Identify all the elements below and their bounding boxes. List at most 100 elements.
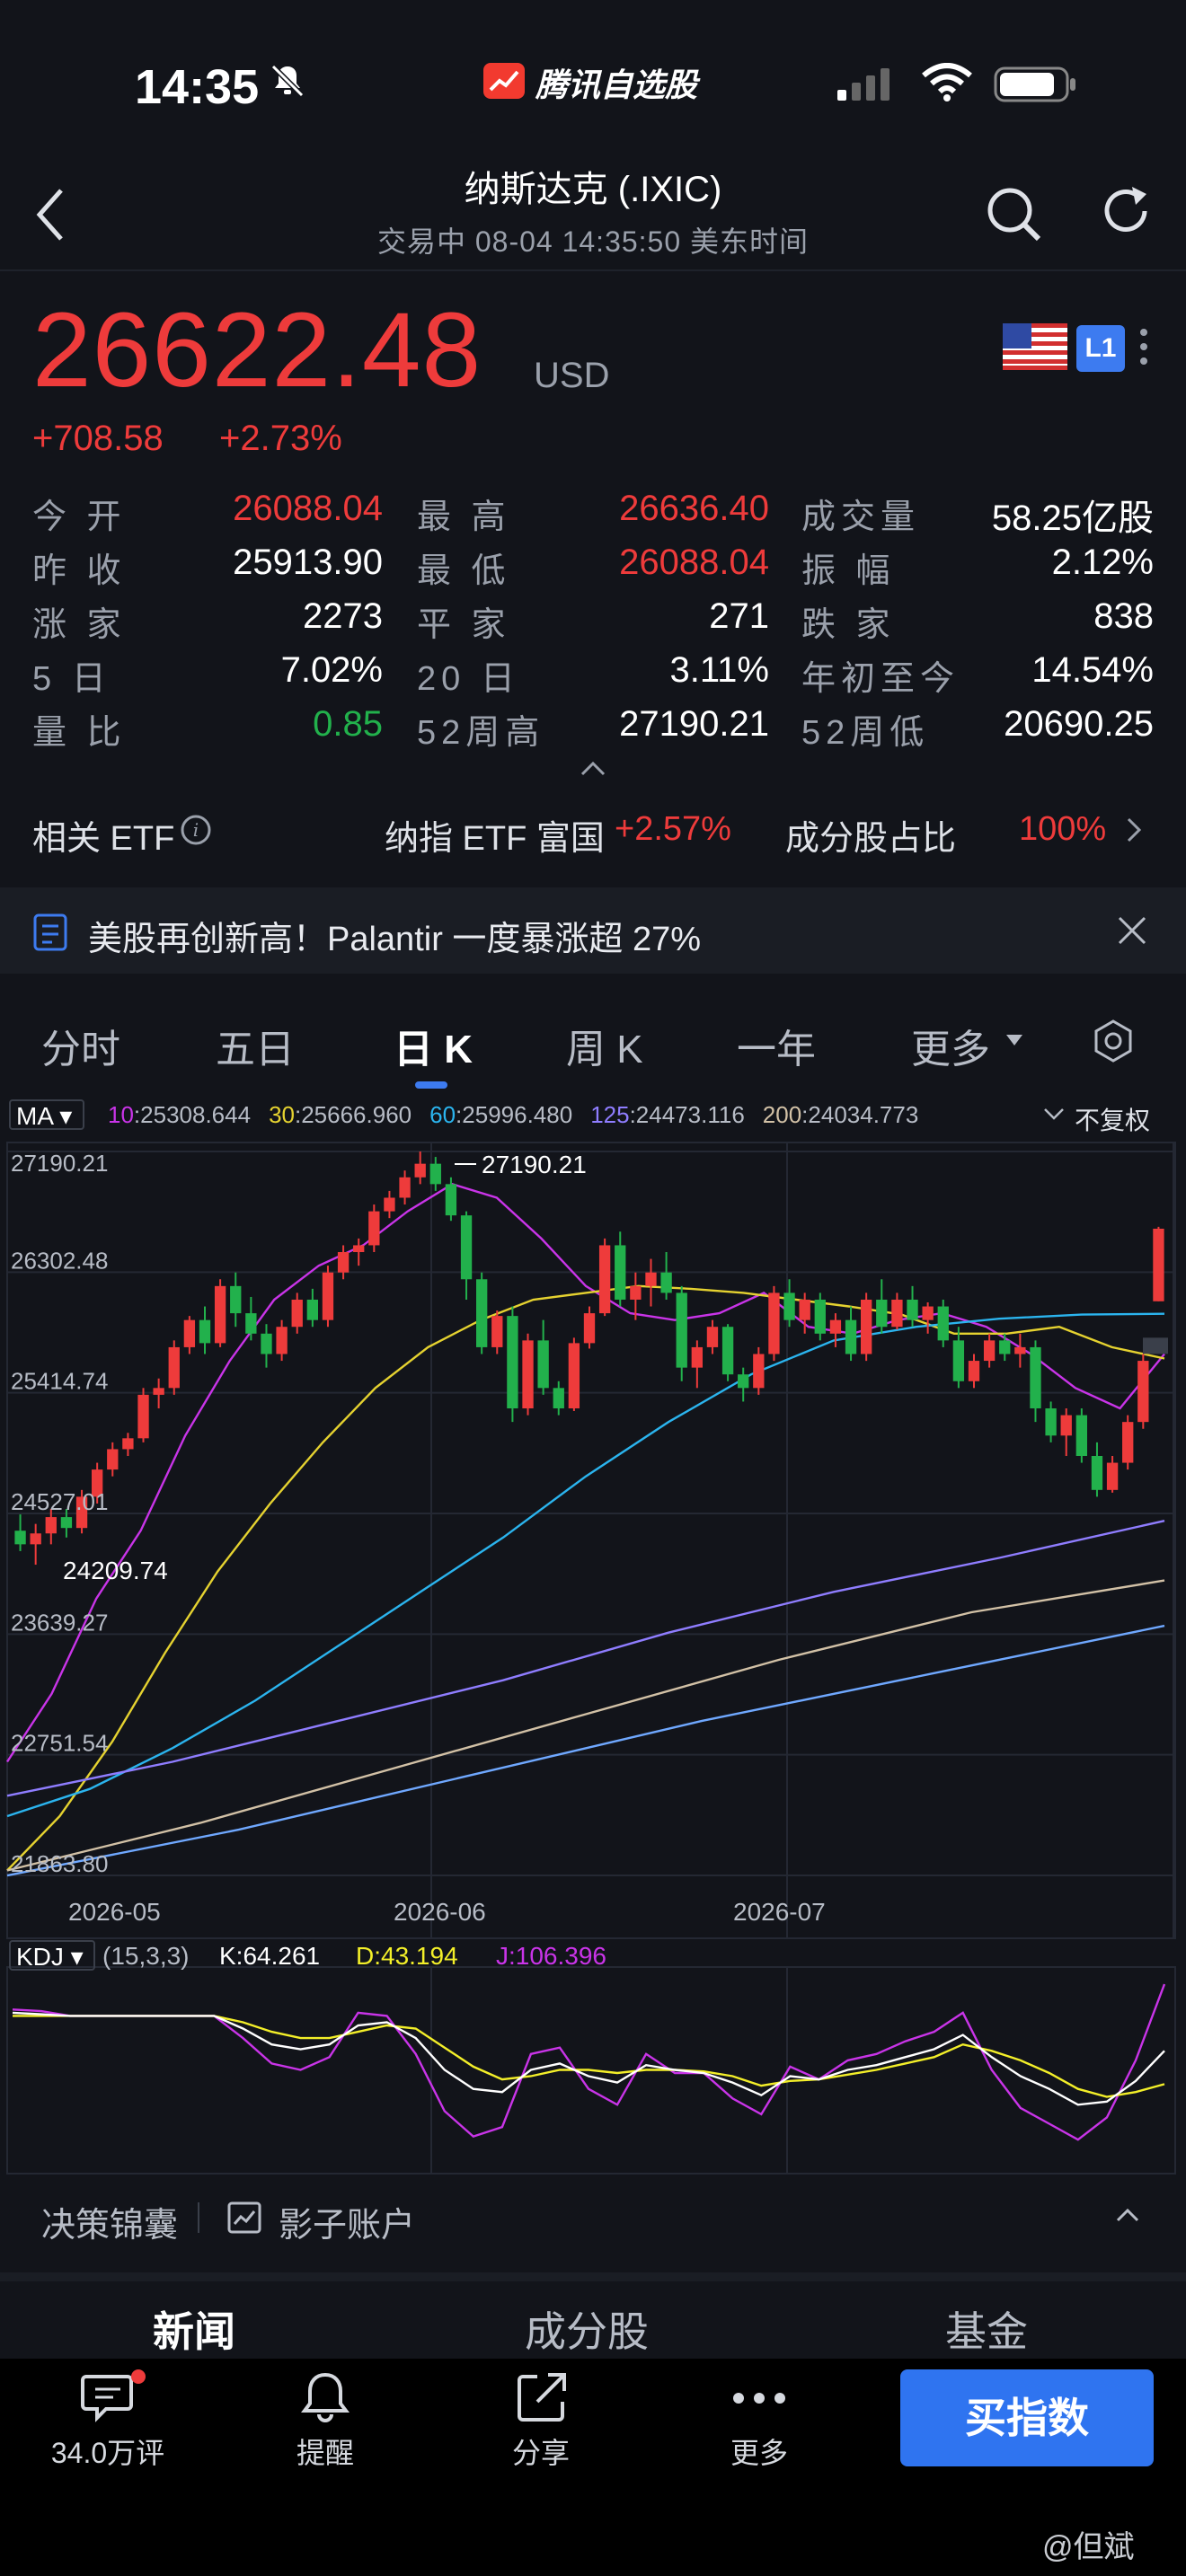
tab-components[interactable]: 成分股 [525, 2299, 649, 2359]
stat-label: 52周低 [801, 714, 930, 752]
component-share-label: 成分股占比 [785, 820, 957, 858]
candle-body [845, 1319, 857, 1354]
more-icon[interactable] [728, 2368, 791, 2427]
tab-one-year[interactable]: 一年 [737, 1017, 816, 1074]
more-vert-icon[interactable] [1137, 323, 1150, 370]
stat-value: 2273 [303, 596, 383, 636]
comment-icon[interactable] [79, 2368, 147, 2427]
price-change-percent: +2.73% [219, 419, 342, 458]
candle-body [1075, 1415, 1088, 1456]
ma-line-200 [6, 1579, 1165, 1872]
candle-body [522, 1340, 534, 1409]
stat-value: 7.02% [280, 650, 383, 690]
candle-body [1060, 1415, 1072, 1436]
stat-value: 26636.40 [619, 489, 769, 528]
dropdown-caret-icon[interactable] [1005, 1033, 1024, 1047]
kdj-j-value: J:106.396 [496, 1942, 606, 1970]
svg-text:i: i [193, 819, 199, 841]
candle-body [429, 1163, 441, 1185]
ma-value-125: 125:24473.116 [590, 1101, 745, 1128]
tools-separator [198, 2202, 199, 2233]
tab-funds[interactable]: 基金 [945, 2299, 1028, 2359]
more-label[interactable]: 更多 [669, 2430, 849, 2472]
tab-news[interactable]: 新闻 [153, 2299, 235, 2359]
candle-body [1153, 1228, 1164, 1301]
watermark: @但斌 [1042, 2530, 1135, 2564]
stat-label: 最 高 [417, 498, 511, 536]
y-tick-label: 21863.80 [11, 1850, 108, 1877]
price-change: +708.58 [32, 419, 164, 458]
candle-body [598, 1245, 611, 1314]
chart-settings-icon[interactable] [1091, 1019, 1136, 1063]
candle-body [475, 1279, 488, 1347]
candle-body [107, 1449, 119, 1470]
ma-value-200: 200:24034.773 [762, 1101, 919, 1128]
remind-label[interactable]: 提醒 [235, 2430, 415, 2472]
tab-more[interactable]: 更多 [911, 1017, 990, 1074]
level-badge[interactable]: L1 [1076, 325, 1125, 372]
news-headline[interactable]: 美股再创新高！Palantir 一度暴涨超 27% [88, 911, 701, 960]
last-price: 26622.48 [32, 291, 482, 410]
ma-expand-chevron-icon[interactable] [1042, 1107, 1066, 1123]
share-icon[interactable] [512, 2368, 571, 2427]
kdj-line-K [12, 2011, 1165, 2106]
candle-body [1014, 1346, 1026, 1354]
x-tick-label: 2026-07 [733, 1898, 826, 1926]
candle-body [137, 1394, 149, 1439]
stat-value: 2.12% [1051, 543, 1154, 582]
stat-label: 成交量 [801, 498, 921, 536]
component-share-value: 100% [1019, 810, 1107, 848]
adjust-mode[interactable]: 不复权 [1075, 1101, 1150, 1137]
candle-body [1106, 1462, 1119, 1490]
share-label[interactable]: 分享 [451, 2430, 631, 2472]
collapse-caret-icon[interactable] [579, 760, 607, 778]
buy-index-button[interactable]: 买指数 [900, 2369, 1154, 2466]
silent-bell-icon [270, 64, 305, 98]
stat-label: 昨 收 [32, 552, 127, 590]
bell-icon[interactable] [296, 2368, 354, 2427]
y-tick-label: 24527.01 [11, 1488, 108, 1515]
comment-count[interactable]: 34.0万评 [18, 2430, 198, 2472]
candle-body [907, 1299, 918, 1320]
shadow-account-link[interactable]: 影子账户 [279, 2197, 415, 2246]
tab-daily-k[interactable]: 日 K [394, 1017, 473, 1074]
ma-value-60: 60:25996.480 [429, 1101, 573, 1128]
x-tick-label: 2026-05 [68, 1898, 161, 1926]
stat-label: 涨 家 [32, 606, 127, 644]
candle-body [45, 1517, 57, 1534]
price-marker [1143, 1337, 1168, 1354]
candle-body [276, 1327, 288, 1354]
search-icon[interactable] [981, 181, 1046, 246]
candle-body [122, 1438, 134, 1450]
status-bar: 14:35 腾讯自选股 [0, 0, 1186, 153]
refresh-icon[interactable] [1096, 181, 1155, 241]
candle-body [891, 1299, 903, 1328]
kdj-indicator-button[interactable]: KDJ ▾ [9, 1940, 95, 1971]
tab-weekly-k[interactable]: 周 K [566, 1017, 643, 1074]
info-icon[interactable]: i [180, 814, 212, 846]
etf-fund-link[interactable]: 纳指 ETF 富国 [385, 810, 605, 860]
candle-body [676, 1292, 687, 1368]
candlestick-chart[interactable]: 27190.21 26302.48 25414.74 24527.01 23639.27… [0, 1134, 1186, 2184]
candle-body [983, 1340, 996, 1362]
tools-collapse-icon[interactable] [1114, 2206, 1141, 2224]
candle-body [922, 1306, 934, 1320]
close-icon[interactable] [1114, 913, 1150, 948]
candle-body [999, 1340, 1011, 1354]
shadow-account-icon [227, 2201, 261, 2234]
y-tick-label: 22751.54 [11, 1730, 108, 1757]
candle-body [660, 1272, 672, 1293]
tab-intraday[interactable]: 分时 [41, 1017, 120, 1074]
candle-body [414, 1163, 426, 1178]
high-annotation: 27190.21 [482, 1151, 587, 1178]
stat-value: 27190.21 [619, 704, 769, 744]
ma-indicator-button[interactable]: MA ▾ [9, 1099, 84, 1130]
stat-value: 26088.04 [233, 489, 383, 528]
candle-body [261, 1333, 272, 1354]
candle-body [568, 1343, 580, 1409]
tab-five-day[interactable]: 五日 [216, 1017, 295, 1074]
decision-kit-link[interactable]: 决策锦囊 [41, 2197, 178, 2246]
candle-body [1091, 1455, 1103, 1490]
chevron-right-icon[interactable] [1125, 816, 1143, 844]
candle-body [245, 1313, 257, 1334]
